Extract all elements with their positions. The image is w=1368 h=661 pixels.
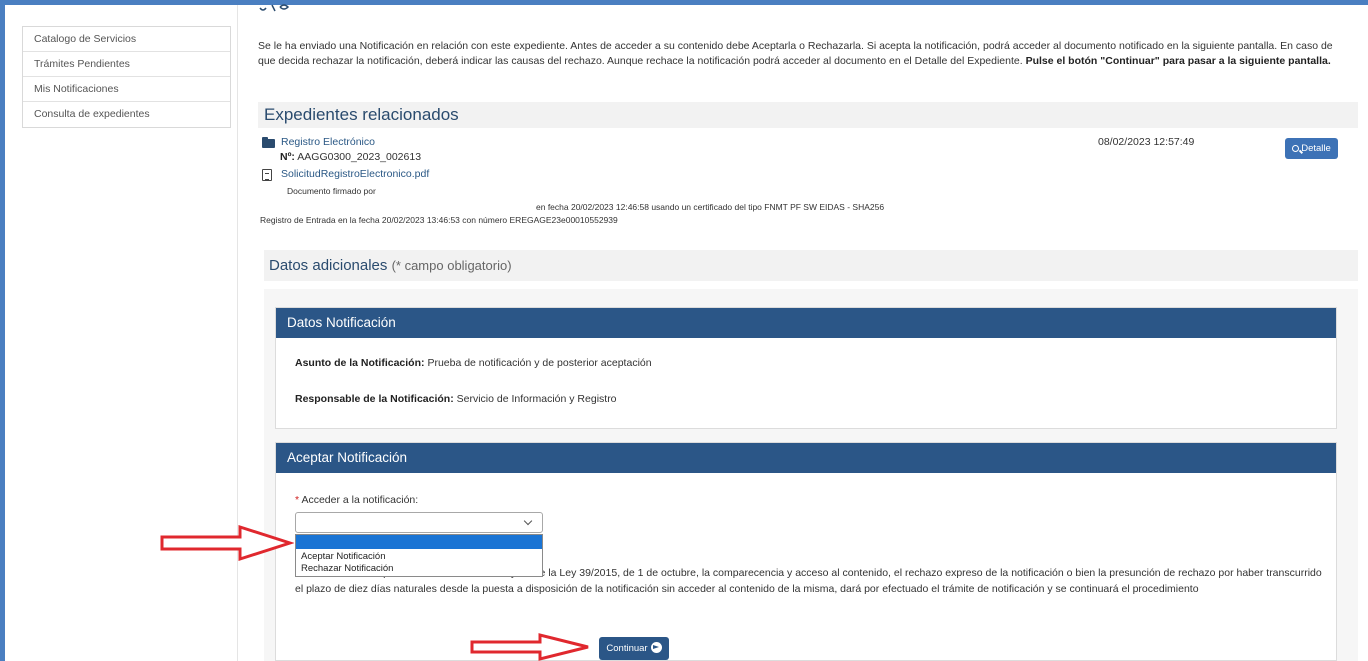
related-records-header: Expedientes relacionados [258,102,1358,128]
dropdown-option-empty[interactable] [296,535,542,549]
document-link[interactable]: SolicitudRegistroElectronico.pdf [281,168,429,180]
record-number: Nº: AAGG0300_2023_002613 [280,151,422,163]
main-content: Se le ha enviado una Notificación en rel… [238,4,1368,661]
continue-button[interactable]: Continuar [599,637,669,660]
dropdown-option-accept[interactable]: Aceptar Notificación [296,551,542,563]
chevron-down-icon [523,516,533,526]
related-records-title: Expedientes relacionados [264,105,459,124]
document-icon [262,169,272,181]
annotation-arrow-icon [160,524,294,562]
sidebar: Catalogo de Servicios Trámites Pendiente… [22,26,231,128]
detail-button[interactable]: Detalle [1285,138,1338,159]
window-frame-left [0,0,5,661]
access-notification-select[interactable] [295,512,543,533]
additional-data-title: Datos adicionales (* campo obligatorio) [269,257,512,274]
document-certificate: en fecha 20/02/2023 12:46:58 usando un c… [536,202,885,212]
search-icon [1292,145,1300,152]
intro-text: Se le ha enviado una Notificación en rel… [258,40,1333,67]
additional-data-header: Datos adicionales (* campo obligatorio) [264,250,1358,281]
sidebar-item-consulta[interactable]: Consulta de expedientes [23,102,230,127]
document-registry: Registro de Entrada en la fecha 20/02/20… [260,215,618,225]
sidebar-item-notificaciones[interactable]: Mis Notificaciones [23,77,230,102]
record-date: 08/02/2023 12:57:49 [1098,136,1195,148]
sidebar-item-catalogo[interactable]: Catalogo de Servicios [23,27,230,52]
sidebar-item-tramites[interactable]: Trámites Pendientes [23,52,230,77]
arrow-right-circle-icon [650,642,662,653]
document-signed-by: Documento firmado por [287,186,376,196]
dropdown-option-reject[interactable]: Rechazar Notificación [296,563,542,575]
notification-subject: Asunto de la Notificación: Prueba de not… [295,357,652,369]
required-field-note: (* campo obligatorio) [391,258,512,273]
accept-notification-title: Aceptar Notificación [276,443,1336,473]
notification-responsible: Responsable de la Notificación: Servicio… [295,393,617,405]
intro-instruction: Pulse el botón "Continuar" para pasar a … [1025,55,1331,67]
record-title-link[interactable]: Registro Electrónico [281,136,375,148]
annotation-arrow-icon [470,633,589,661]
cropped-heading [258,0,338,17]
folder-icon [262,137,275,148]
access-notification-label: * Acceder a la notificación: [295,494,419,506]
notification-data-title: Datos Notificación [276,308,1336,338]
access-notification-dropdown: Aceptar Notificación Rechazar Notificaci… [295,534,543,577]
